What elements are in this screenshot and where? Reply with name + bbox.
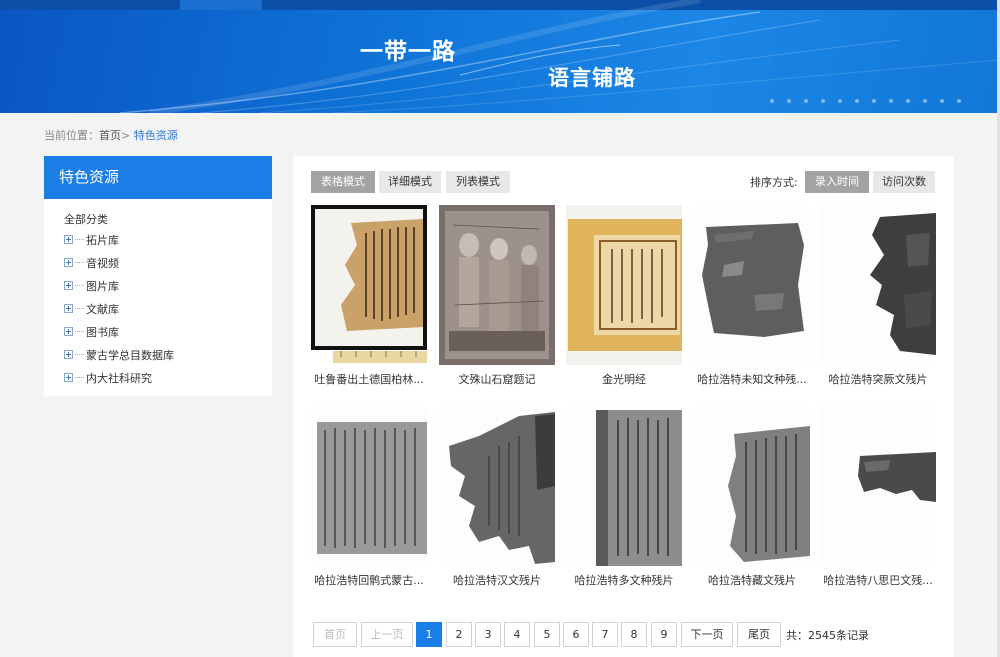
expand-plus-icon[interactable] <box>64 258 73 267</box>
breadcrumb-separator: > <box>121 129 131 142</box>
tree-root-all[interactable]: 全部分类 <box>64 211 272 226</box>
thumbnail-gray-fragment-torn[interactable] <box>820 205 936 365</box>
thumbnail-gray-script[interactable] <box>311 406 427 566</box>
banner-dots <box>770 99 961 103</box>
thumbnail-gold-sutra[interactable] <box>566 205 682 365</box>
sidebar-title: 特色资源 <box>44 156 272 199</box>
pager-last-button[interactable]: 尾页 <box>737 622 781 647</box>
sidebar-item-label: 图片库 <box>86 279 119 293</box>
pager-page-7[interactable]: 7 <box>592 622 618 647</box>
pager-prev-button[interactable]: 上一页 <box>361 622 413 647</box>
sidebar: 特色资源 全部分类 拓片库 音视频 图片库 文献库 图书库 蒙古学总目数据库 内… <box>44 156 272 396</box>
pager-page-2[interactable]: 2 <box>446 622 472 647</box>
sidebar-item-label: 拓片库 <box>86 233 119 247</box>
resource-title[interactable]: 金光明经 <box>563 371 685 387</box>
breadcrumb: 当前位置：首页> 特色资源 <box>44 127 178 143</box>
mode-detail-button[interactable]: 详细模式 <box>379 171 441 193</box>
resource-title[interactable]: 文殊山石窟题记 <box>436 371 558 387</box>
pager-page-5[interactable]: 5 <box>534 622 560 647</box>
resource-card[interactable]: 哈拉浩特汉文残片 <box>439 406 555 588</box>
resource-card[interactable]: 哈拉浩特藏文残片 <box>694 406 810 588</box>
sidebar-item-label: 图书库 <box>86 325 119 339</box>
expand-plus-icon[interactable] <box>64 350 73 359</box>
total-prefix: 共： <box>786 629 808 642</box>
sort-label: 排序方式: <box>750 176 798 189</box>
mode-table-button[interactable]: 表格模式 <box>311 171 375 193</box>
resource-title[interactable]: 哈拉浩特多文种残片 <box>563 572 685 588</box>
mode-list-button[interactable]: 列表模式 <box>446 171 510 193</box>
pager-first-button[interactable]: 首页 <box>313 622 357 647</box>
thumbnail-framed-manuscript[interactable] <box>311 205 427 365</box>
thumbnail-gray-fragment-small[interactable] <box>820 406 936 566</box>
expand-plus-icon[interactable] <box>64 281 73 290</box>
breadcrumb-current-link[interactable]: 特色资源 <box>134 129 178 142</box>
sidebar-item-label: 音视频 <box>86 256 119 270</box>
resource-title[interactable]: 哈拉浩特八思巴文残... <box>817 572 939 588</box>
expand-plus-icon[interactable] <box>64 373 73 382</box>
sidebar-item-label: 内大社科研究 <box>86 371 152 385</box>
resource-card[interactable]: 文殊山石窟题记 <box>439 205 555 387</box>
sidebar-item-label: 文献库 <box>86 302 119 316</box>
sidebar-item-rubbings[interactable]: 拓片库 <box>64 228 272 251</box>
resource-card[interactable]: 金光明经 <box>566 205 682 387</box>
pager-page-8[interactable]: 8 <box>621 622 647 647</box>
sidebar-item-documents[interactable]: 文献库 <box>64 297 272 320</box>
resource-card[interactable]: 哈拉浩特多文种残片 <box>566 406 682 588</box>
pager-page-6[interactable]: 6 <box>563 622 589 647</box>
resource-card[interactable]: 吐鲁番出土德国柏林... <box>311 205 427 387</box>
resource-title[interactable]: 哈拉浩特藏文残片 <box>691 572 813 588</box>
sidebar-item-audio-video[interactable]: 音视频 <box>64 251 272 274</box>
sort-by-visits-button[interactable]: 访问次数 <box>873 171 935 193</box>
sidebar-item-label: 蒙古学总目数据库 <box>86 348 174 362</box>
banner-title-line1: 一带一路 <box>360 39 456 65</box>
resource-title[interactable]: 吐鲁番出土德国柏林... <box>308 371 430 387</box>
resource-card[interactable]: 哈拉浩特未知文种残... <box>694 205 810 387</box>
resource-title[interactable]: 哈拉浩特汉文残片 <box>436 572 558 588</box>
resource-title[interactable]: 哈拉浩特未知文种残... <box>691 371 813 387</box>
resource-title[interactable]: 哈拉浩特突厥文残片 <box>817 371 939 387</box>
category-tree: 全部分类 拓片库 音视频 图片库 文献库 图书库 蒙古学总目数据库 内大社科研究 <box>44 199 272 389</box>
banner-wave-graphic <box>119 0 1000 113</box>
pager-page-3[interactable]: 3 <box>475 622 501 647</box>
resource-card[interactable]: 哈拉浩特八思巴文残... <box>820 406 936 588</box>
sidebar-item-books[interactable]: 图书库 <box>64 320 272 343</box>
sidebar-item-images[interactable]: 图片库 <box>64 274 272 297</box>
sidebar-item-mongolian-catalog[interactable]: 蒙古学总目数据库 <box>64 343 272 366</box>
resource-title[interactable]: 哈拉浩特回鹘式蒙古... <box>308 572 430 588</box>
resource-card[interactable]: 哈拉浩特突厥文残片 <box>820 205 936 387</box>
banner-title-line2: 语言铺路 <box>548 66 636 90</box>
expand-plus-icon[interactable] <box>64 304 73 313</box>
thumbnail-gray-script[interactable] <box>694 406 810 566</box>
pager-page-1[interactable]: 1 <box>416 622 442 647</box>
header-banner: 一带一路 语言铺路 <box>0 0 1000 113</box>
thumbnail-gray-fragment-torn[interactable] <box>439 406 555 566</box>
thumbnail-gray-fragment[interactable] <box>694 205 810 365</box>
breadcrumb-prefix: 当前位置： <box>44 129 99 142</box>
sidebar-item-social-research[interactable]: 内大社科研究 <box>64 366 272 389</box>
total-count: 2545 <box>808 629 836 642</box>
expand-plus-icon[interactable] <box>64 327 73 336</box>
resource-card[interactable]: 哈拉浩特回鹘式蒙古... <box>311 406 427 588</box>
breadcrumb-home-link[interactable]: 首页 <box>99 129 121 142</box>
expand-plus-icon[interactable] <box>64 235 73 244</box>
pager-next-button[interactable]: 下一页 <box>681 622 733 647</box>
sort-by-entry-time-button[interactable]: 录入时间 <box>805 171 869 193</box>
thumbnail-gray-script-vertical[interactable] <box>566 406 682 566</box>
total-suffix: 条记录 <box>836 629 869 642</box>
total-records: 共：2545条记录 <box>786 627 869 643</box>
pager-page-9[interactable]: 9 <box>651 622 677 647</box>
pager-page-4[interactable]: 4 <box>504 622 530 647</box>
thumbnail-cave-mural[interactable] <box>439 205 555 365</box>
